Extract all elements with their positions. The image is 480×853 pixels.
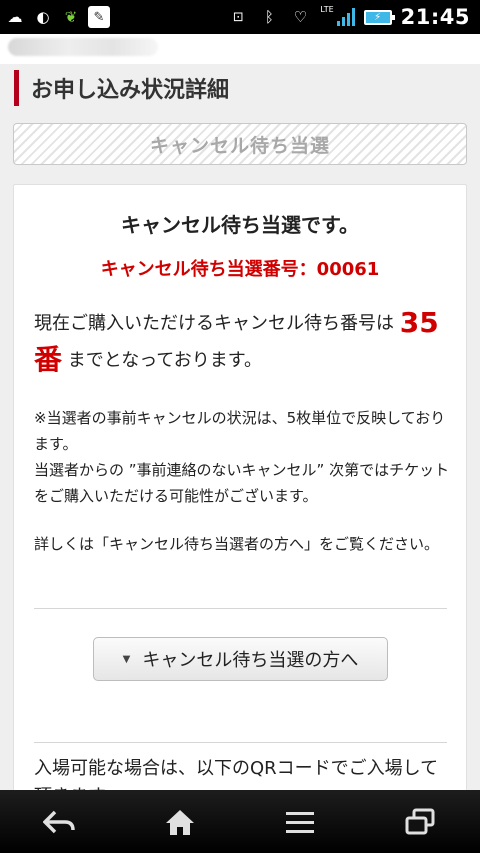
blurred-region bbox=[8, 38, 158, 56]
page-content: お申し込み状況詳細 キャンセル待ち当選 キャンセル待ち当選です。 キャンセル待ち… bbox=[0, 64, 480, 790]
address-bar-area bbox=[0, 34, 480, 64]
winning-number: キャンセル待ち当選番号：00061 bbox=[100, 259, 380, 280]
voicemail-icon: ⊡ bbox=[232, 9, 244, 25]
divider bbox=[34, 608, 447, 609]
recent-apps-icon bbox=[405, 808, 435, 834]
entry-text: 入場可能な場合は、以下のQRコードでご入場して頂きます。 bbox=[34, 758, 439, 790]
triangle-down-icon: ▼ bbox=[122, 653, 131, 665]
menu-icon bbox=[286, 811, 314, 833]
menu-button[interactable] bbox=[260, 797, 340, 847]
home-icon bbox=[166, 809, 194, 835]
leaf-icon: ❦ bbox=[64, 8, 78, 26]
details-card: キャンセル待ち当選です。 キャンセル待ち当選番号：00061 現在ご購入いただけ… bbox=[13, 184, 467, 790]
cancel-wait-winners-button[interactable]: ▼ キャンセル待ち当選の方へ bbox=[93, 637, 388, 681]
status-label: キャンセル待ち当選 bbox=[149, 134, 330, 157]
purchase-info: 現在ご購入いただけるキャンセル待ち番号は 35 番 までとなっております。 bbox=[34, 305, 454, 379]
navigation-bar bbox=[0, 790, 480, 853]
back-icon bbox=[43, 810, 75, 833]
health-icon: ♡ bbox=[293, 8, 308, 26]
note-line-1: ※当選者の事前キャンセルの状況は、5枚単位で反映しております。 bbox=[34, 409, 446, 453]
page-heading: お申し込み状況詳細 bbox=[14, 70, 229, 106]
heading-accent-bar bbox=[14, 70, 19, 106]
weather-icon: ☁ bbox=[7, 8, 23, 26]
notification-icons: ☁ ◐ ❦ ✎ bbox=[0, 6, 110, 28]
page-title: お申し込み状況詳細 bbox=[31, 78, 230, 103]
purchase-unit: 番 bbox=[34, 343, 63, 376]
note-line-2: 当選者からの ”事前連絡のないキャンセル” 次第ではチケットをご購入いただける可… bbox=[34, 461, 450, 505]
purchase-number: 35 bbox=[399, 306, 439, 339]
edit-notification-icon: ✎ bbox=[88, 6, 110, 28]
bluetooth-icon: ᛒ bbox=[264, 8, 274, 26]
status-badge: キャンセル待ち当選 bbox=[13, 123, 467, 165]
battery-icon: ⚡ bbox=[363, 9, 395, 25]
network-type: LTE bbox=[320, 4, 334, 14]
card-title: キャンセル待ち当選です。 bbox=[121, 213, 359, 237]
back-button[interactable] bbox=[20, 797, 100, 847]
button-label: キャンセル待ち当選の方へ bbox=[142, 650, 359, 671]
signal-icon bbox=[336, 8, 355, 26]
system-icons: ⊡ ᛒ ♡ LTE ⚡ 21:45 bbox=[227, 4, 480, 30]
status-bar: ☁ ◐ ❦ ✎ ⊡ ᛒ ♡ LTE ⚡ 21:45 bbox=[0, 0, 480, 34]
app-notification-icon: ◐ bbox=[36, 8, 50, 26]
divider bbox=[34, 742, 447, 743]
purchase-suffix: までとなっております。 bbox=[67, 350, 262, 371]
purchase-prefix: 現在ご購入いただけるキャンセル待ち番号は bbox=[34, 313, 394, 334]
recent-apps-button[interactable] bbox=[380, 797, 460, 847]
clock: 21:45 bbox=[400, 5, 470, 29]
note-text: ※当選者の事前キャンセルの状況は、5枚単位で反映しております。 当選者からの ”… bbox=[34, 405, 454, 509]
home-button[interactable] bbox=[140, 797, 220, 847]
details-text: 詳しくは「キャンセル待ち当選者の方へ」をご覧ください。 bbox=[34, 535, 440, 553]
